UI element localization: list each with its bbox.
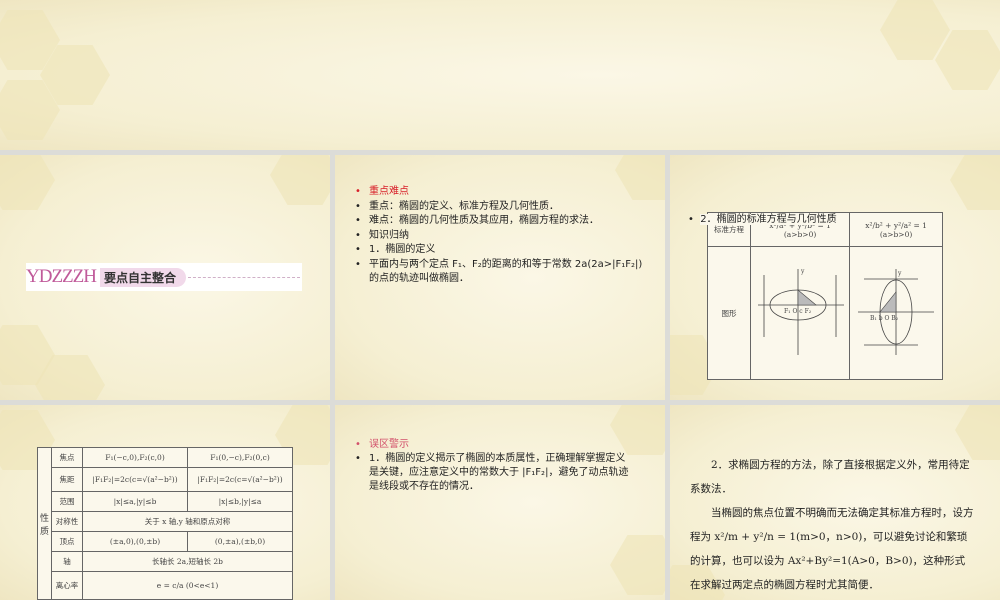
- group-label: 性质: [36, 447, 53, 600]
- bullet-list: 重点难点 重点：椭圆的定义、标准方程及几何性质． 难点：椭圆的几何性质及其应用，…: [355, 185, 650, 287]
- cell: |x|≤a,|y|≤b: [82, 491, 188, 512]
- properties-table: 性质 焦点 F₁(−c,0),F₂(c,0) F₁(0,−c),F₂(0,c) 焦距…: [36, 447, 293, 600]
- cell: F₁(0,−c),F₂(0,c): [187, 447, 293, 468]
- hex-decoration: [950, 155, 1000, 210]
- row-label: 对称性: [51, 511, 84, 532]
- row-label: 离心率: [51, 571, 84, 600]
- slide-thumbnail-standard-equation[interactable]: 标准方程 x²/a² + y²/b² = 1 (a>b>0) x²/b² + y…: [670, 155, 1000, 400]
- axis-label: y: [800, 268, 805, 275]
- std-heading: • 2．椭圆的标准方程与几何性质: [688, 213, 837, 228]
- paragraph: 当椭圆的焦点位置不明确而无法确定其标准方程时，设方程为 x²/m + y²/n …: [690, 507, 974, 591]
- bullet-item: 难点：椭圆的几何性质及其应用，椭圆方程的求法．: [355, 214, 650, 229]
- cell: e = c/a (0<e<1): [82, 571, 293, 600]
- cell: 长轴长 2a,短轴长 2b: [82, 551, 293, 572]
- cell: F₁(−c,0),F₂(c,0): [82, 447, 188, 468]
- slide-thumbnail-properties[interactable]: 性质 焦点 F₁(−c,0),F₂(c,0) F₁(0,−c),F₂(0,c) 焦距…: [0, 405, 330, 600]
- axis-label: y: [897, 270, 902, 277]
- row-label: 轴: [51, 551, 84, 572]
- bullet-item: 重点：椭圆的定义、标准方程及几何性质．: [355, 200, 650, 215]
- method-text: 2．求椭圆方程的方法，除了直接根据定义外，常用待定系数法． 当椭圆的焦点位置不明…: [690, 453, 975, 597]
- equation-2: x²/b² + y²/a² = 1 (a>b>0): [849, 212, 943, 247]
- label-figure: 图形: [707, 246, 751, 380]
- bullet-item: 知识归纳: [355, 229, 650, 244]
- slide-thumbnail-warnings[interactable]: 误区警示 1．椭圆的定义揭示了椭圆的本质属性，正确理解掌握定义是关键，应注意定义…: [335, 405, 665, 600]
- bullet: •: [688, 214, 701, 225]
- cell: |F₁F₂|=2c(c=√(a²−b²)): [187, 467, 293, 492]
- row-label: 范围: [51, 491, 84, 512]
- point-label: B₁ b O B₂: [870, 315, 899, 322]
- banner-title: 要点自主整合: [99, 267, 186, 287]
- cell: (0,±a),(±b,0): [187, 531, 293, 552]
- ellipse-vertical-diagram: y B₁ b O B₂: [858, 269, 935, 355]
- cell: |x|≤b,|y|≤a: [187, 491, 293, 512]
- bullet-item: 平面内与两个定点 F₁、F₂的距离的和等于常数 2a(2a>|F₁F₂|) 的点…: [355, 258, 650, 287]
- hex-decoration: [955, 405, 1000, 460]
- banner-latin: YDZZZH: [26, 266, 97, 287]
- bullet-list: 误区警示 1．椭圆的定义揭示了椭圆的本质属性，正确理解掌握定义是关键，应注意定义…: [355, 438, 635, 494]
- point-label: F₁ O c F₂: [784, 308, 812, 315]
- slide-thumbnail-title[interactable]: YDZZZH 要点自主整合: [0, 155, 330, 400]
- cell: 关于 x 轴,y 轴和原点对称: [82, 511, 293, 532]
- cell: (±a,0),(0,±b): [82, 531, 188, 552]
- heading-text: 2．椭圆的标准方程与几何性质: [700, 214, 837, 225]
- cell: |F₁F₂|=2c(c=√(a²−b²)): [82, 467, 188, 492]
- hex-decoration: [0, 155, 55, 210]
- hex-decoration: [270, 155, 330, 205]
- hex-decoration: [880, 0, 950, 60]
- heading: 误区警示: [355, 438, 635, 452]
- hex-decoration: [610, 535, 665, 595]
- figure-horizontal-ellipse: y F₁ O c F₂: [749, 246, 851, 380]
- section-banner: YDZZZH 要点自主整合: [26, 263, 302, 291]
- row-label: 焦距: [51, 467, 84, 492]
- row-label: 顶点: [51, 531, 84, 552]
- slide-thumbnail-key-points[interactable]: 重点难点 重点：椭圆的定义、标准方程及几何性质． 难点：椭圆的几何性质及其应用，…: [335, 155, 665, 400]
- paragraph: 2．求椭圆方程的方法，除了直接根据定义外，常用待定系数法．: [690, 459, 970, 495]
- equation-table: 标准方程 x²/a² + y²/b² = 1 (a>b>0) x²/b² + y…: [707, 212, 943, 380]
- bullet-item: 1．椭圆的定义揭示了椭圆的本质属性，正确理解掌握定义是关键，应注意定义中的常数大…: [355, 452, 635, 494]
- dashed-line: [188, 276, 300, 278]
- figure-vertical-ellipse: y B₁ b O B₂: [849, 246, 943, 380]
- bullet-item: 1．椭圆的定义: [355, 243, 650, 258]
- slide-thumbnail-method[interactable]: 2．求椭圆方程的方法，除了直接根据定义外，常用待定系数法． 当椭圆的焦点位置不明…: [670, 405, 1000, 600]
- heading: 重点难点: [355, 185, 650, 200]
- row-label: 焦点: [51, 447, 84, 468]
- ellipse-horizontal-diagram: y F₁ O c F₂: [758, 268, 845, 355]
- slide-thumbnail-previous[interactable]: [0, 0, 1000, 150]
